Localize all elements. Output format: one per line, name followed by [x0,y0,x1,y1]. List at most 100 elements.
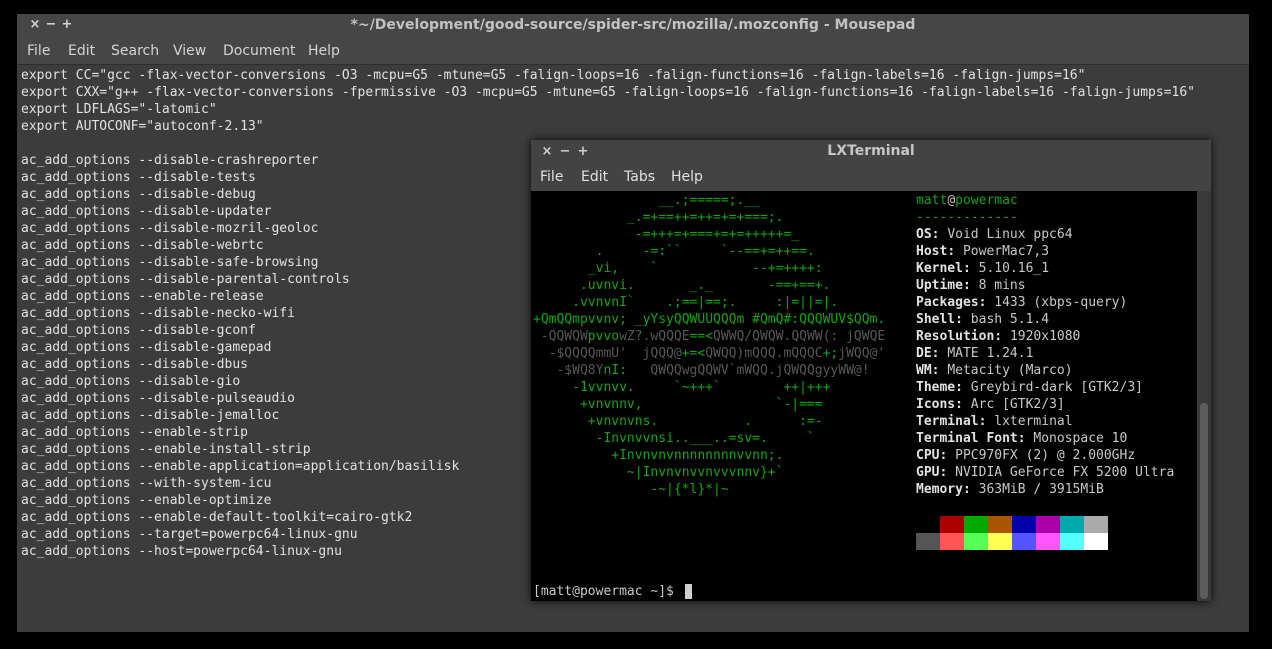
editor-line: ac_add_options --enable-default-toolkit=… [21,510,413,525]
ascii-art-line: _.=+==++=++=+=+===;. [533,209,784,226]
ascii-art-line: -=+++=+===+=+=+++++=_ [533,226,799,243]
editor-line: ac_add_options --disable-tests [21,170,256,185]
info-key: Theme [916,380,956,395]
ascii-art-segment: -1vvnvv. `~+++` ++|+++ [533,380,831,395]
ascii-art-segment: . -=:`` `--==+=++==. [533,244,815,259]
menu-document[interactable]: Document [223,43,296,59]
ascii-art-segment: +vnvnnv, `-|=== [533,397,823,412]
ascii-art-segment: ==< [689,329,714,344]
ascii-art-segment: QWQQ)mQQQ.mQQQC [705,346,823,361]
info-key: OS [916,227,932,242]
info-colon: : [962,278,971,293]
info-key: WM [916,363,932,378]
editor-line: ac_add_options --disable-updater [21,204,272,219]
ascii-art-line: -$QQQQmmU' jQQQ@+=<QWQQ)mQQQ.mQQQC+;jWQQ… [533,345,886,362]
info-line: Resolution: 1920x1080 [916,328,1080,345]
ascii-art-segment: +; [822,346,839,361]
info-value: Metacity (Marco) [947,363,1073,378]
menu-edit[interactable]: Edit [68,43,95,59]
menu-file[interactable]: File [27,43,50,59]
ascii-art-line: +QmQQmpvvnv; _yYsyQQWUUQQQm #QmQ#:QQQWUV… [533,311,885,328]
info-line: OS: Void Linux ppc64 [916,226,1073,243]
ascii-art-segment: -=+++=+===+=+=+++++=_ [533,227,800,242]
editor-line: ac_add_options --disable-parental-contro… [21,272,350,287]
ascii-art-line: +Invnvnvnnnnnnnnvvnn;. [533,447,783,464]
editor-line: ac_add_options --enable-optimize [21,493,272,508]
info-line: Kernel: 5.10.16_1 [916,260,1049,277]
ascii-art-segment: pvvnv; _yYsyQQWUUQQQm #QmQ#:QQQWUV$QQm. [579,312,886,327]
color-swatch [1084,533,1108,550]
info-key: CPU [916,448,940,463]
info-colon: : [931,227,940,242]
info-value: MATE 1.24.1 [947,346,1034,361]
ascii-art-line: -1vvnvv. `~+++` ++|+++ [533,379,830,396]
info-line: DE: MATE 1.24.1 [916,345,1033,362]
menu-help[interactable]: Help [308,43,340,59]
user-host-line: matt@powermac [916,193,1018,208]
info-colon: : [955,312,963,327]
terminal-menu-help[interactable]: Help [671,169,703,185]
info-key: Memory [916,482,963,497]
editor-line: ac_add_options --disable-gconf [21,323,256,338]
editor-line: ac_add_options --disable-gamepad [21,340,272,355]
info-colon: : [994,329,1003,344]
color-swatch [1036,516,1060,533]
color-swatch [988,516,1012,533]
editor-line: ac_add_options --disable-dbus [21,357,248,372]
editor-line: ac_add_options --disable-necko-wifi [21,306,295,321]
info-value: Monospace 10 [1033,431,1128,446]
editor-line: export AUTOCONF="autoconf-2.13" [21,119,264,134]
color-swatch [1060,516,1084,533]
shell-prompt: [matt@powermac ~]$ [533,584,682,599]
info-line: Terminal Font: Monospace 10 [916,430,1127,447]
scrollbar-thumb[interactable] [1200,403,1208,599]
ascii-art-line: -QQWQWpvvowZ?.wQQQE==<QWWQ/QWQW.QQWW(: j… [533,328,885,345]
info-line: Theme: Greybird-dark [GTK2/3] [916,379,1143,396]
info-line: Uptime: 8 mins [916,277,1026,294]
editor-line: ac_add_options --enable-release [21,289,264,304]
editor-line: ac_add_options --disable-crashreporter [21,153,319,168]
info-colon: : [939,465,948,480]
ascii-art-segment: _.=+==++=++=+=+===;. [533,210,784,225]
info-line: CPU: PPC970FX (2) @ 2.000GHz [916,447,1135,464]
info-colon: : [978,414,987,429]
info-colon: : [955,380,963,395]
menu-view[interactable]: View [173,43,206,59]
ascii-art-segment: _vi, ` --+=++++: [533,261,823,276]
lxterminal-window: × − + LXTerminal File Edit Tabs Help __.;=… [531,140,1211,601]
editor-line: export CC="gcc -flax-vector-conversions … [21,68,1086,83]
info-key: Packages [916,295,979,310]
terminal-screen[interactable]: __.;=====;.__ _.=+==++=++=+=+===;. -=+++… [531,191,1197,601]
info-colon: : [978,295,987,310]
ascii-art-segment: ~|Invnvnvvnvvvnnv}+` [533,465,784,480]
info-key: Shell [916,312,956,327]
info-value: 363MiB / 3915MiB [978,482,1104,497]
ascii-art-segment: +QmQQm [533,312,580,327]
mousepad-titlebar[interactable]: × − + *~/Development/good-source/spider-sr… [17,14,1249,38]
info-value: lxterminal [994,414,1073,429]
terminal-menu-tabs[interactable]: Tabs [624,169,655,185]
editor-line: ac_add_options --disable-mozril-geoloc [21,221,319,236]
info-colon: : [955,397,963,412]
menu-search[interactable]: Search [111,43,159,59]
ascii-art-line: +vnvnvns. . :=- [533,413,823,430]
terminal-menu-edit[interactable]: Edit [581,169,608,185]
ascii-art-segment: .uvnvi. _._ -==+==+. [533,278,831,293]
ascii-art-segment: __.;=====;.__ [533,193,760,208]
info-key: DE [916,346,932,361]
ascii-art-segment: .vvnvnI` .;==|==;. :|=||=|. [533,295,839,310]
ascii-art-segment: nI: [603,363,627,378]
info-colon: : [939,448,948,463]
info-line: WM: Metacity (Marco) [916,362,1073,379]
info-value: 8 mins [978,278,1026,293]
info-colon: : [947,244,956,259]
terminal-title: LXTerminal [827,143,915,159]
mousepad-menubar: File Edit Search View Document Help [17,38,1249,65]
info-value: Void Linux ppc64 [947,227,1073,242]
terminal-scrollbar[interactable] [1197,191,1211,601]
editor-line: export LDFLAGS="-latomic" [21,102,217,117]
terminal-menu-file[interactable]: File [540,169,563,185]
info-line: Packages: 1433 (xbps-query) [916,294,1127,311]
editor-line: ac_add_options --with-system-icu [21,476,272,491]
info-key: Terminal Font [916,431,1018,446]
